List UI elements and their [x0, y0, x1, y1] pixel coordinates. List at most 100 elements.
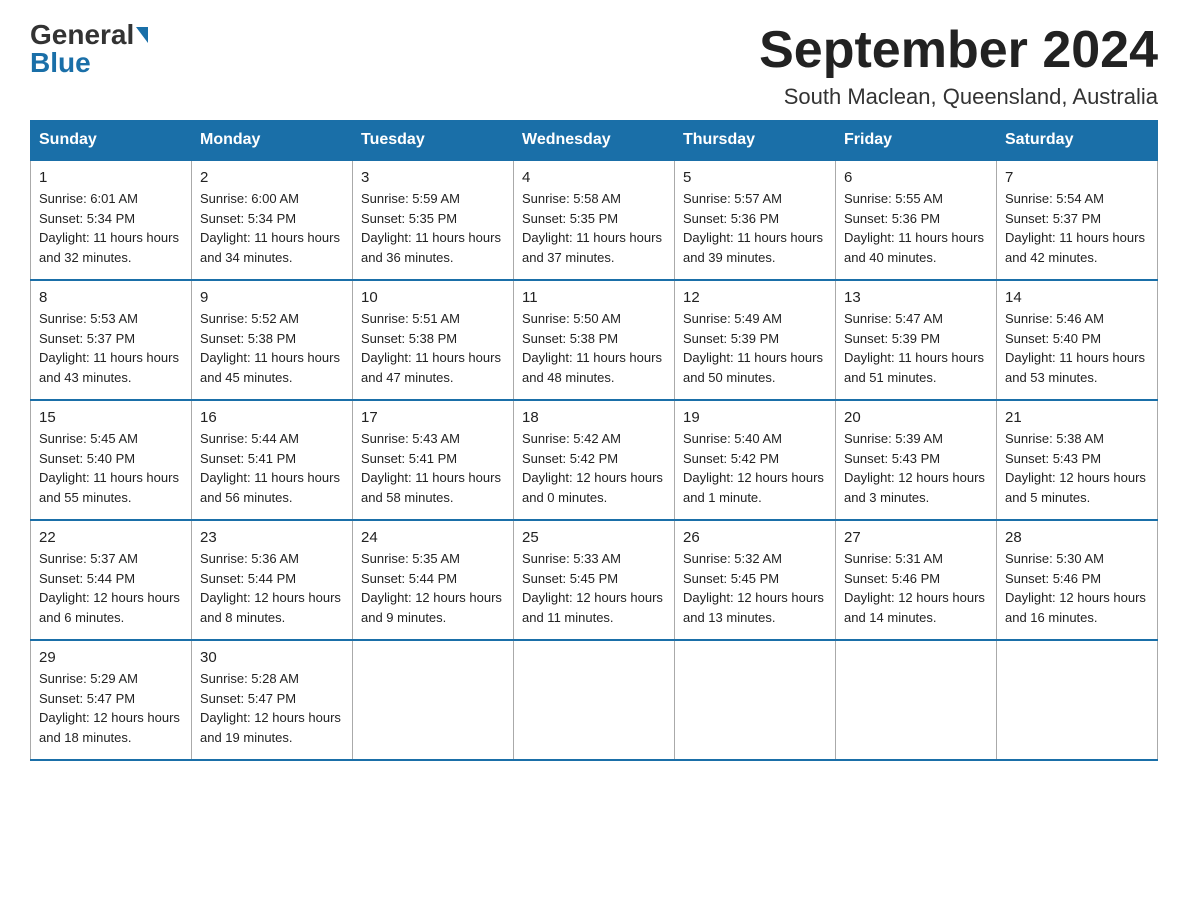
- day-info: Sunrise: 5:35 AMSunset: 5:44 PMDaylight:…: [361, 549, 505, 627]
- days-header-row: Sunday Monday Tuesday Wednesday Thursday…: [31, 121, 1158, 161]
- calendar-cell: 12 Sunrise: 5:49 AMSunset: 5:39 PMDaylig…: [675, 280, 836, 400]
- header-friday: Friday: [836, 121, 997, 161]
- day-number: 19: [683, 409, 827, 426]
- calendar-cell: 28 Sunrise: 5:30 AMSunset: 5:46 PMDaylig…: [997, 520, 1158, 640]
- logo-text-blue: Blue: [30, 47, 91, 79]
- calendar-cell: [675, 640, 836, 760]
- calendar-cell: 25 Sunrise: 5:33 AMSunset: 5:45 PMDaylig…: [514, 520, 675, 640]
- header-sunday: Sunday: [31, 121, 192, 161]
- day-info: Sunrise: 5:40 AMSunset: 5:42 PMDaylight:…: [683, 429, 827, 507]
- header-wednesday: Wednesday: [514, 121, 675, 161]
- calendar-cell: 13 Sunrise: 5:47 AMSunset: 5:39 PMDaylig…: [836, 280, 997, 400]
- day-number: 17: [361, 409, 505, 426]
- day-info: Sunrise: 5:58 AMSunset: 5:35 PMDaylight:…: [522, 189, 666, 267]
- day-info: Sunrise: 5:52 AMSunset: 5:38 PMDaylight:…: [200, 309, 344, 387]
- calendar-cell: [514, 640, 675, 760]
- week-row-2: 8 Sunrise: 5:53 AMSunset: 5:37 PMDayligh…: [31, 280, 1158, 400]
- day-info: Sunrise: 5:44 AMSunset: 5:41 PMDaylight:…: [200, 429, 344, 507]
- day-info: Sunrise: 5:36 AMSunset: 5:44 PMDaylight:…: [200, 549, 344, 627]
- calendar-cell: [836, 640, 997, 760]
- header-saturday: Saturday: [997, 121, 1158, 161]
- calendar-cell: 22 Sunrise: 5:37 AMSunset: 5:44 PMDaylig…: [31, 520, 192, 640]
- day-number: 6: [844, 169, 988, 186]
- calendar-cell: 5 Sunrise: 5:57 AMSunset: 5:36 PMDayligh…: [675, 160, 836, 280]
- calendar-cell: 26 Sunrise: 5:32 AMSunset: 5:45 PMDaylig…: [675, 520, 836, 640]
- calendar-cell: 16 Sunrise: 5:44 AMSunset: 5:41 PMDaylig…: [192, 400, 353, 520]
- day-info: Sunrise: 5:57 AMSunset: 5:36 PMDaylight:…: [683, 189, 827, 267]
- day-number: 25: [522, 529, 666, 546]
- day-info: Sunrise: 5:32 AMSunset: 5:45 PMDaylight:…: [683, 549, 827, 627]
- day-number: 1: [39, 169, 183, 186]
- header-tuesday: Tuesday: [353, 121, 514, 161]
- week-row-4: 22 Sunrise: 5:37 AMSunset: 5:44 PMDaylig…: [31, 520, 1158, 640]
- calendar-cell: 9 Sunrise: 5:52 AMSunset: 5:38 PMDayligh…: [192, 280, 353, 400]
- calendar-cell: 6 Sunrise: 5:55 AMSunset: 5:36 PMDayligh…: [836, 160, 997, 280]
- day-number: 20: [844, 409, 988, 426]
- calendar-cell: 23 Sunrise: 5:36 AMSunset: 5:44 PMDaylig…: [192, 520, 353, 640]
- day-number: 10: [361, 289, 505, 306]
- day-number: 15: [39, 409, 183, 426]
- day-info: Sunrise: 5:50 AMSunset: 5:38 PMDaylight:…: [522, 309, 666, 387]
- calendar-cell: 15 Sunrise: 5:45 AMSunset: 5:40 PMDaylig…: [31, 400, 192, 520]
- day-number: 28: [1005, 529, 1149, 546]
- day-number: 18: [522, 409, 666, 426]
- day-number: 7: [1005, 169, 1149, 186]
- day-number: 2: [200, 169, 344, 186]
- day-number: 26: [683, 529, 827, 546]
- calendar-cell: 27 Sunrise: 5:31 AMSunset: 5:46 PMDaylig…: [836, 520, 997, 640]
- calendar-cell: 10 Sunrise: 5:51 AMSunset: 5:38 PMDaylig…: [353, 280, 514, 400]
- page-header: General Blue September 2024 South Maclea…: [30, 20, 1158, 110]
- day-info: Sunrise: 5:46 AMSunset: 5:40 PMDaylight:…: [1005, 309, 1149, 387]
- week-row-3: 15 Sunrise: 5:45 AMSunset: 5:40 PMDaylig…: [31, 400, 1158, 520]
- calendar-cell: [997, 640, 1158, 760]
- calendar-cell: 17 Sunrise: 5:43 AMSunset: 5:41 PMDaylig…: [353, 400, 514, 520]
- calendar-cell: 24 Sunrise: 5:35 AMSunset: 5:44 PMDaylig…: [353, 520, 514, 640]
- calendar-cell: 7 Sunrise: 5:54 AMSunset: 5:37 PMDayligh…: [997, 160, 1158, 280]
- calendar-cell: [353, 640, 514, 760]
- day-info: Sunrise: 5:30 AMSunset: 5:46 PMDaylight:…: [1005, 549, 1149, 627]
- calendar-cell: 30 Sunrise: 5:28 AMSunset: 5:47 PMDaylig…: [192, 640, 353, 760]
- day-info: Sunrise: 5:45 AMSunset: 5:40 PMDaylight:…: [39, 429, 183, 507]
- week-row-1: 1 Sunrise: 6:01 AMSunset: 5:34 PMDayligh…: [31, 160, 1158, 280]
- day-number: 24: [361, 529, 505, 546]
- day-info: Sunrise: 5:29 AMSunset: 5:47 PMDaylight:…: [39, 669, 183, 747]
- logo: General Blue: [30, 20, 148, 79]
- day-info: Sunrise: 5:51 AMSunset: 5:38 PMDaylight:…: [361, 309, 505, 387]
- day-number: 23: [200, 529, 344, 546]
- day-info: Sunrise: 5:54 AMSunset: 5:37 PMDaylight:…: [1005, 189, 1149, 267]
- calendar-cell: 2 Sunrise: 6:00 AMSunset: 5:34 PMDayligh…: [192, 160, 353, 280]
- calendar-title: September 2024: [759, 20, 1158, 80]
- header-monday: Monday: [192, 121, 353, 161]
- day-number: 16: [200, 409, 344, 426]
- calendar-cell: 8 Sunrise: 5:53 AMSunset: 5:37 PMDayligh…: [31, 280, 192, 400]
- day-info: Sunrise: 5:43 AMSunset: 5:41 PMDaylight:…: [361, 429, 505, 507]
- day-info: Sunrise: 5:53 AMSunset: 5:37 PMDaylight:…: [39, 309, 183, 387]
- day-number: 4: [522, 169, 666, 186]
- day-info: Sunrise: 5:42 AMSunset: 5:42 PMDaylight:…: [522, 429, 666, 507]
- calendar-cell: 29 Sunrise: 5:29 AMSunset: 5:47 PMDaylig…: [31, 640, 192, 760]
- calendar-cell: 19 Sunrise: 5:40 AMSunset: 5:42 PMDaylig…: [675, 400, 836, 520]
- calendar-cell: 18 Sunrise: 5:42 AMSunset: 5:42 PMDaylig…: [514, 400, 675, 520]
- day-info: Sunrise: 5:47 AMSunset: 5:39 PMDaylight:…: [844, 309, 988, 387]
- day-info: Sunrise: 5:28 AMSunset: 5:47 PMDaylight:…: [200, 669, 344, 747]
- day-number: 13: [844, 289, 988, 306]
- calendar-cell: 1 Sunrise: 6:01 AMSunset: 5:34 PMDayligh…: [31, 160, 192, 280]
- calendar-cell: 20 Sunrise: 5:39 AMSunset: 5:43 PMDaylig…: [836, 400, 997, 520]
- calendar-cell: 21 Sunrise: 5:38 AMSunset: 5:43 PMDaylig…: [997, 400, 1158, 520]
- day-number: 9: [200, 289, 344, 306]
- calendar-cell: 4 Sunrise: 5:58 AMSunset: 5:35 PMDayligh…: [514, 160, 675, 280]
- day-number: 14: [1005, 289, 1149, 306]
- day-info: Sunrise: 5:55 AMSunset: 5:36 PMDaylight:…: [844, 189, 988, 267]
- day-number: 21: [1005, 409, 1149, 426]
- calendar-table: Sunday Monday Tuesday Wednesday Thursday…: [30, 120, 1158, 761]
- day-number: 22: [39, 529, 183, 546]
- day-number: 5: [683, 169, 827, 186]
- day-info: Sunrise: 5:33 AMSunset: 5:45 PMDaylight:…: [522, 549, 666, 627]
- day-number: 11: [522, 289, 666, 306]
- calendar-subtitle: South Maclean, Queensland, Australia: [759, 84, 1158, 110]
- day-number: 12: [683, 289, 827, 306]
- calendar-cell: 14 Sunrise: 5:46 AMSunset: 5:40 PMDaylig…: [997, 280, 1158, 400]
- day-info: Sunrise: 5:39 AMSunset: 5:43 PMDaylight:…: [844, 429, 988, 507]
- calendar-cell: 11 Sunrise: 5:50 AMSunset: 5:38 PMDaylig…: [514, 280, 675, 400]
- day-info: Sunrise: 6:00 AMSunset: 5:34 PMDaylight:…: [200, 189, 344, 267]
